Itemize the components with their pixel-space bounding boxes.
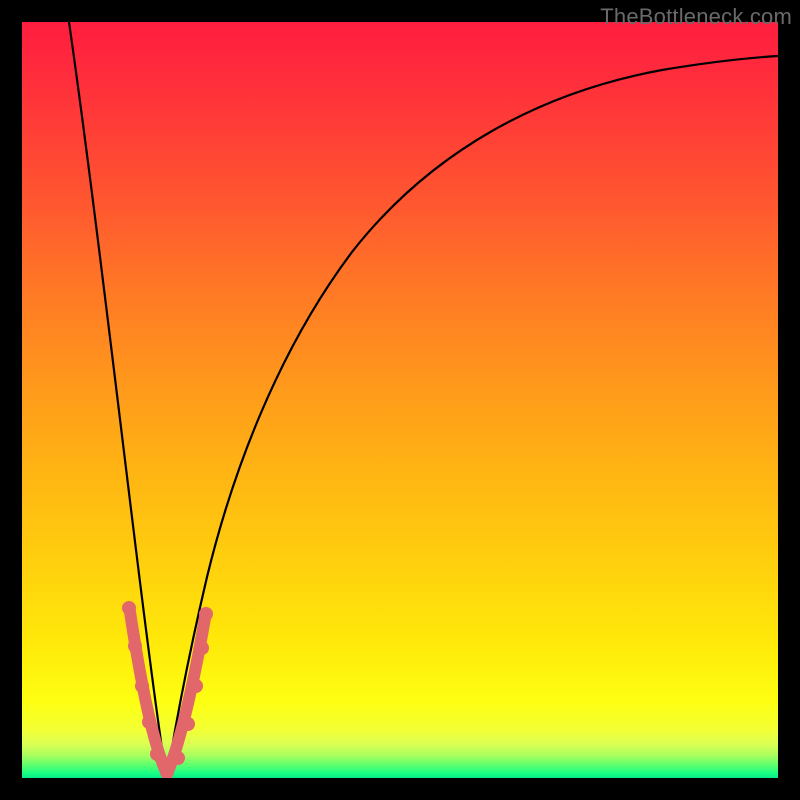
curve-right-branch xyxy=(167,56,778,777)
plot-area xyxy=(22,22,778,778)
curve-left-branch xyxy=(69,22,167,777)
curve-layer xyxy=(22,22,778,778)
watermark-label: TheBottleneck.com xyxy=(600,4,792,30)
chart-frame: TheBottleneck.com xyxy=(0,0,800,800)
